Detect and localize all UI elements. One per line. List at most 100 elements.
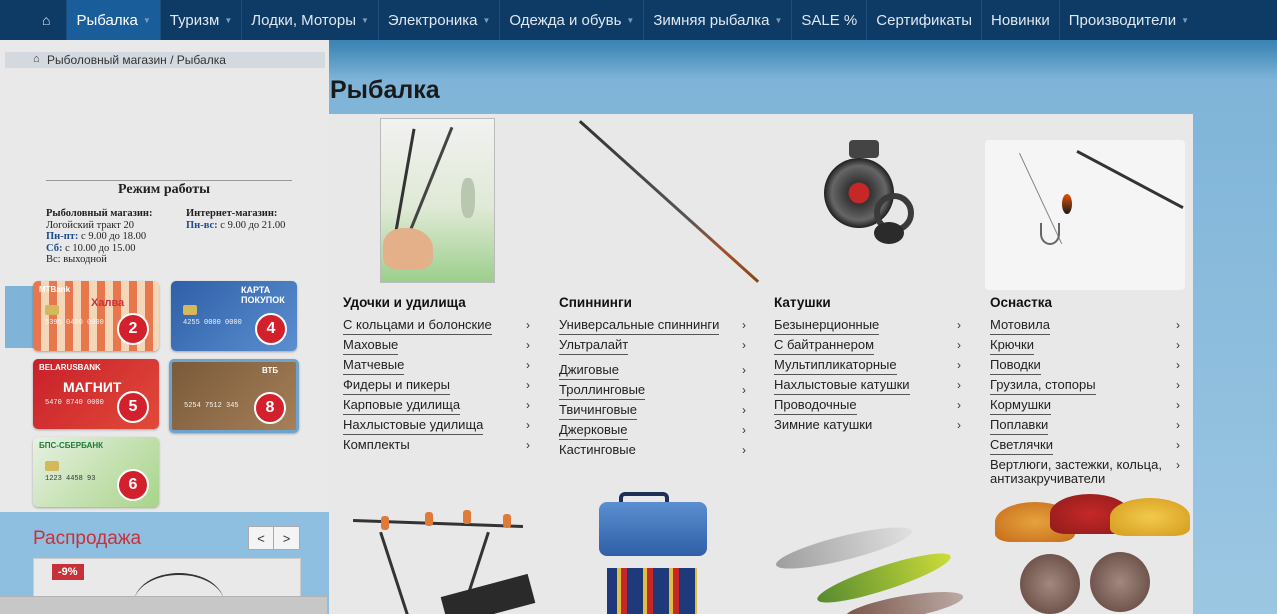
category-image-rod-pods[interactable] <box>343 510 548 614</box>
chevron-right-icon: › <box>742 383 746 397</box>
store-label: Рыболовный магазин: <box>46 208 153 219</box>
subcategory-link[interactable]: Твичинговые › <box>559 401 764 421</box>
months-badge: 6 <box>117 469 149 501</box>
subcategory-link[interactable]: Матчевые › <box>343 356 548 376</box>
installment-card-magnit[interactable]: BELARUSBANK МАГНИТ 5470 8740 0000 5 <box>33 359 159 429</box>
installment-card-bps-sberbank[interactable]: БПС-СБЕРБАНК 1223 4458 93 6 <box>33 437 159 507</box>
chevron-right-icon: › <box>742 443 746 457</box>
prev-button[interactable]: < <box>248 526 274 550</box>
installment-card-mtbank[interactable]: MTBank Халва 5395 0400 0000 2 <box>33 281 159 351</box>
nav-item-certificates[interactable]: Сертификаты <box>867 0 982 40</box>
subcategory-link[interactable]: С кольцами и болонские › <box>343 316 548 336</box>
category-image-rods[interactable] <box>343 118 548 288</box>
saturday-hours: с 10.00 до 15.00 <box>62 242 136 254</box>
subcategory-link[interactable]: Поплавки › <box>990 416 1190 436</box>
subcategory-link[interactable]: Комплекты › <box>343 436 548 456</box>
subcategory-list: Универсальные спиннинги › Ультралайт › Джи… <box>559 316 764 461</box>
nav-item-brands[interactable]: Производители ▼ <box>1060 0 1198 40</box>
home-icon[interactable]: ⌂ <box>33 53 40 65</box>
nav-label: Лодки, Моторы <box>251 11 356 29</box>
subcategory-link[interactable]: Нахлыстовые удилища › <box>343 416 548 436</box>
nav-item-new[interactable]: Новинки <box>982 0 1060 40</box>
nav-label: Новинки <box>991 11 1050 29</box>
subcategory-link[interactable]: С байтраннером › <box>774 336 979 356</box>
installment-card-karta-pokupok[interactable]: КАРТА ПОКУПОК 4255 0000 0000 4 <box>171 281 297 351</box>
caret-down-icon: ▼ <box>224 15 233 25</box>
subcategory-link[interactable]: Грузила, стопоры › <box>990 376 1190 396</box>
nav-item-fishing[interactable]: Рыбалка ▼ <box>67 0 161 40</box>
subcategory-link[interactable]: Карповые удилища › <box>343 396 548 416</box>
caret-down-icon: ▼ <box>361 15 369 25</box>
subcategory-link[interactable]: Безынерционные › <box>774 316 979 336</box>
installment-card-vtb[interactable]: ВТБ 5254 7512 345 8 <box>169 359 299 433</box>
subcategory-link[interactable]: Проводочные › <box>774 396 979 416</box>
category-reels: Катушки Безынерционные › С байтраннером › … <box>774 118 979 436</box>
category-image-spinning[interactable] <box>559 118 764 288</box>
nav-label: SALE % <box>801 11 858 29</box>
subcategory-link[interactable]: Нахлыстовые катушки › <box>774 376 979 396</box>
subcategory-link[interactable]: Крючки › <box>990 336 1190 356</box>
months-count: 6 <box>128 476 138 493</box>
months-count: 5 <box>128 398 138 415</box>
months-count: 8 <box>265 399 275 416</box>
chevron-right-icon: › <box>742 423 746 437</box>
subcategory-link[interactable]: Джиговые › <box>559 361 764 381</box>
subcategory-link[interactable]: Троллинговые › <box>559 381 764 401</box>
category-title[interactable]: Спиннинги <box>559 295 764 310</box>
subcategory-link[interactable]: Мультипликаторные › <box>774 356 979 376</box>
card-bank: БПС-СБЕРБАНК <box>39 441 104 450</box>
subcategory-link[interactable]: Джерковые › <box>559 421 764 441</box>
nav-item-tourism[interactable]: Туризм ▼ <box>161 0 243 40</box>
months-count: 4 <box>266 320 276 337</box>
chevron-right-icon: › <box>957 338 961 352</box>
chevron-right-icon: › <box>526 358 530 372</box>
breadcrumb: ⌂ Рыболовный магазин / Рыбалка <box>5 52 325 68</box>
subcategory-link[interactable]: Вертлюги, застежки, кольца, антизакручив… <box>990 456 1190 488</box>
online-store-label: Интернет-магазин: <box>186 208 278 219</box>
online-days-label: Пн-вс: <box>186 219 218 231</box>
subcategory-list: С кольцами и болонские › Маховые › Матчевы… <box>343 316 548 456</box>
category-title[interactable]: Удочки и удилища <box>343 295 548 310</box>
subcategory-list: Мотовила › Крючки › Поводки › Грузила, стоп… <box>990 316 1190 488</box>
nav-item-boats[interactable]: Лодки, Моторы ▼ <box>242 0 379 40</box>
card-chip-icon <box>45 305 59 315</box>
chevron-right-icon: › <box>526 418 530 432</box>
working-hours-title: Режим работы <box>46 180 292 198</box>
subcategory-link[interactable]: Мотовила › <box>990 316 1190 336</box>
nav-item-sale[interactable]: SALE % <box>792 0 868 40</box>
card-number: 5395 0400 0000 <box>45 319 104 327</box>
category-image-reels[interactable] <box>774 118 979 288</box>
weekdays-label: Пн-пт: <box>46 231 79 242</box>
card-brand: КАРТА ПОКУПОК <box>241 285 285 305</box>
nav-item-winter-fishing[interactable]: Зимняя рыбалка ▼ <box>644 0 793 40</box>
next-button[interactable]: > <box>274 526 300 550</box>
subcategory-link[interactable]: Универсальные спиннинги › <box>559 316 764 336</box>
nav-item-electronics[interactable]: Электроника ▼ <box>379 0 501 40</box>
sidebar: ⌂ Рыболовный магазин / Рыбалка Режим раб… <box>0 40 329 514</box>
card-chip-icon <box>183 305 197 315</box>
subcategory-link[interactable]: Зимние катушки › <box>774 416 979 436</box>
breadcrumb-text[interactable]: Рыболовный магазин / Рыбалка <box>47 53 226 67</box>
category-image-tackle-boxes[interactable] <box>559 490 764 614</box>
category-image-bait[interactable] <box>990 492 1190 614</box>
category-title[interactable]: Оснастка <box>990 295 1190 310</box>
category-image-tackle[interactable] <box>985 118 1190 290</box>
subcategory-link[interactable]: Кастинговые › <box>559 441 764 461</box>
home-icon[interactable]: ⌂ <box>30 0 68 40</box>
subcategory-link[interactable]: Кормушки › <box>990 396 1190 416</box>
category-title[interactable]: Катушки <box>774 295 979 310</box>
subcategory-link[interactable]: Поводки › <box>990 356 1190 376</box>
chevron-right-icon: › <box>1176 438 1180 452</box>
chevron-right-icon: › <box>957 358 961 372</box>
chevron-right-icon: › <box>526 398 530 412</box>
subcategory-link[interactable]: Маховые › <box>343 336 548 356</box>
category-image-lures[interactable] <box>773 514 979 614</box>
card-number: 5254 7512 345 <box>184 402 239 410</box>
category-spinning: Спиннинги Универсальные спиннинги › Ультр… <box>559 118 764 461</box>
subcategory-link[interactable]: Фидеры и пикеры › <box>343 376 548 396</box>
subcategory-link[interactable]: Ультралайт › <box>559 336 764 356</box>
nav-item-clothing[interactable]: Одежда и обувь ▼ <box>500 0 645 40</box>
chevron-right-icon: › <box>1176 358 1180 372</box>
months-badge: 8 <box>254 392 286 424</box>
subcategory-link[interactable]: Светлячки › <box>990 436 1190 456</box>
